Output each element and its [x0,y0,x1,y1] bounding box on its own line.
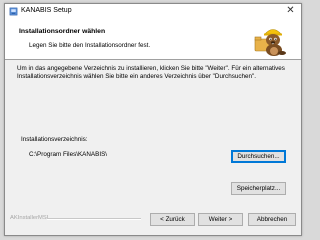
disk-space-button[interactable]: Speicherplatz... [231,182,286,195]
header-banner: Installationsordner wählen Legen Sie bit… [5,19,301,60]
close-icon[interactable]: ✕ [285,5,296,17]
page-subtitle: Legen Sie bitte den Installationsordner … [29,42,151,49]
title-bar[interactable]: KANABIS Setup ✕ [5,4,301,19]
cancel-button[interactable]: Abbrechen [248,213,296,226]
back-button[interactable]: < Zurück [150,213,195,226]
page-title: Installationsordner wählen [19,28,106,35]
install-dir-path: C:\Program Files\KANABIS\ [29,151,108,158]
setup-icon [9,7,18,16]
setup-window: KANABIS Setup ✕ Installationsordner wähl… [4,3,302,236]
window-title: KANABIS Setup [21,7,72,14]
beaver-mascot-icon [254,29,286,56]
browse-button[interactable]: Durchsuchen... [231,150,286,163]
next-button[interactable]: Weiter > [198,213,243,226]
footer-divider [47,218,141,220]
installer-brand: AKInstallerMSI [10,215,49,221]
instructions-text: Um in das angegebene Verzeichnis zu inst… [17,65,285,80]
install-dir-label: Installationsverzeichnis: [21,136,88,143]
